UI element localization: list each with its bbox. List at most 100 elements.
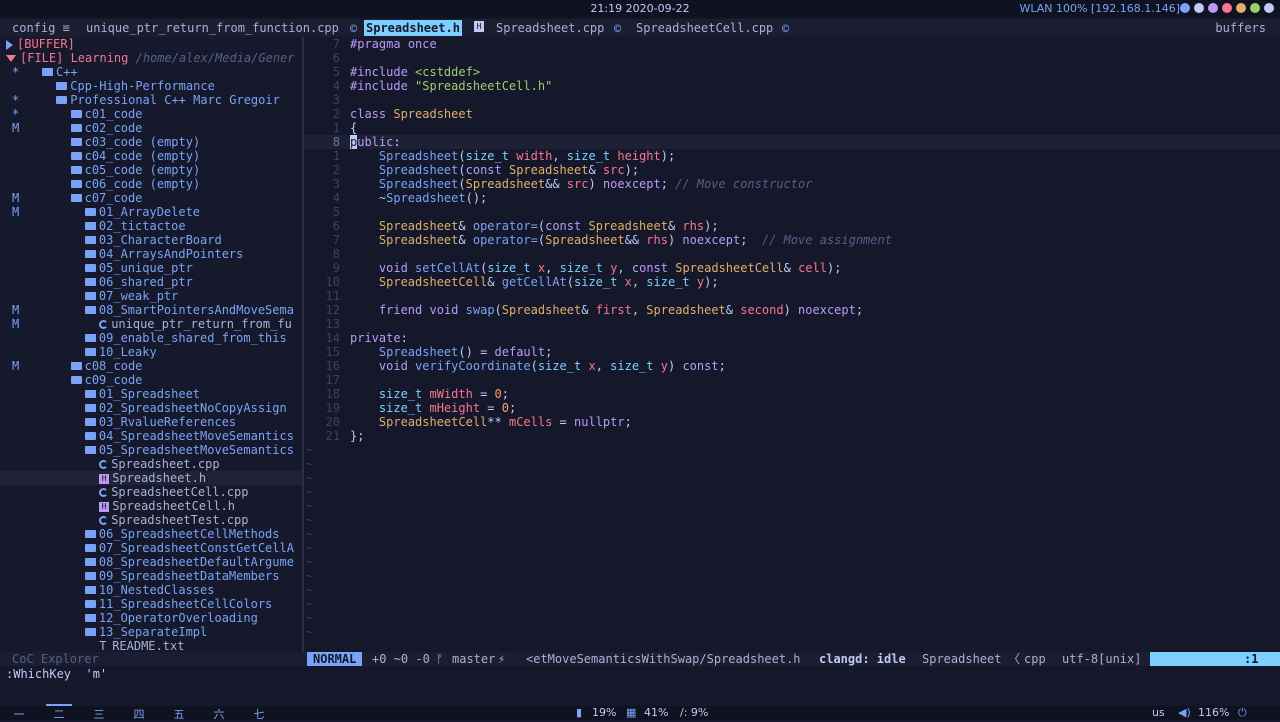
code-line[interactable]: 7 #pragma once <box>304 37 1280 51</box>
tab-spreadsheet-h[interactable]: Spreadsheet.h <box>364 20 462 36</box>
explorer-row[interactable]: * Professional C++ Marc Gregoir <box>0 93 302 107</box>
keyboard-layout[interactable]: us <box>1152 706 1165 719</box>
command-line[interactable]: :WhichKey 'm' <box>6 667 107 681</box>
code-line[interactable]: 15 Spreadsheet() = default; <box>304 345 1280 359</box>
buffers-label[interactable]: buffers <box>1215 21 1266 35</box>
code-line[interactable]: 1 Spreadsheet(size_t width, size_t heigh… <box>304 149 1280 163</box>
explorer-row[interactable]: 11_SpreadsheetCellColors <box>0 597 302 611</box>
explorer-row[interactable]: 13_SeparateImpl <box>0 625 302 639</box>
explorer-row[interactable]: 03_RvalueReferences <box>0 415 302 429</box>
folder-icon <box>84 557 96 566</box>
explorer-row[interactable]: 09_SpreadsheetDataMembers <box>0 569 302 583</box>
explorer-row[interactable]: c04_code (empty) <box>0 149 302 163</box>
code-line[interactable]: 9 void setCellAt(size_t x, size_t y, con… <box>304 261 1280 275</box>
explorer-row[interactable]: 04_ArraysAndPointers <box>0 247 302 261</box>
code-line[interactable]: 14 private: <box>304 331 1280 345</box>
code-text: Spreadsheet(size_t width, size_t height)… <box>378 149 676 163</box>
tab-unique-ptr-cpp[interactable]: unique_ptr_return_from_function.cpp <box>86 21 339 35</box>
code-line[interactable]: 13 <box>304 317 1280 331</box>
code-line[interactable]: 20 SpreadsheetCell** mCells = nullptr; <box>304 415 1280 429</box>
code-line[interactable]: 6 <box>304 51 1280 65</box>
explorer-row[interactable]: c05_code (empty) <box>0 163 302 177</box>
explorer-row[interactable]: c06_code (empty) <box>0 177 302 191</box>
explorer-row[interactable]: 03_CharacterBoard <box>0 233 302 247</box>
tab-config[interactable]: config ≡ <box>12 21 70 35</box>
explorer-row[interactable]: SpreadsheetTest.cpp <box>0 513 302 527</box>
code-line[interactable]: 12 friend void swap(Spreadsheet& first, … <box>304 303 1280 317</box>
explorer-row[interactable]: H Spreadsheet.h <box>0 471 302 485</box>
tab-spreadsheetcell-cpp[interactable]: SpreadsheetCell.cpp <box>636 21 773 35</box>
code-line[interactable]: 5 <box>304 205 1280 219</box>
code-line[interactable]: 8 public: <box>304 135 1280 149</box>
workspace-button[interactable]: 二 <box>46 704 72 722</box>
editor-pane[interactable]: 7 #pragma once 6 5 #include <cstddef> 4 #inclu… <box>304 37 1280 652</box>
explorer-row[interactable]: c09_code <box>0 373 302 387</box>
explorer-row[interactable]: M 08_SmartPointersAndMoveSema <box>0 303 302 317</box>
code-line[interactable]: 7 Spreadsheet& operator=(Spreadsheet&& r… <box>304 233 1280 247</box>
tray-icon[interactable] <box>1250 3 1260 13</box>
power-icon[interactable]: ⏻ <box>1238 706 1247 720</box>
code-line[interactable]: 21}; <box>304 429 1280 443</box>
explorer-row-label: c04_code (empty) <box>84 149 201 163</box>
explorer-row[interactable]: 06_SpreadsheetCellMethods <box>0 527 302 541</box>
tray-icon[interactable] <box>1208 3 1218 13</box>
code-line[interactable]: 2 class Spreadsheet <box>304 107 1280 121</box>
explorer-row[interactable]: 09_enable_shared_from_this <box>0 331 302 345</box>
explorer-row[interactable]: * c01_code <box>0 107 302 121</box>
code-line[interactable]: 16 void verifyCoordinate(size_t x, size_… <box>304 359 1280 373</box>
code-line[interactable]: 3 <box>304 93 1280 107</box>
explorer-row[interactable]: 10_NestedClasses <box>0 583 302 597</box>
explorer-row[interactable]: [BUFFER] <box>0 37 302 51</box>
explorer-row[interactable]: H SpreadsheetCell.h <box>0 499 302 513</box>
code-line[interactable]: 10 SpreadsheetCell& getCellAt(size_t x, … <box>304 275 1280 289</box>
explorer-row[interactable]: T README.txt <box>0 639 302 652</box>
explorer-row[interactable]: 07_SpreadsheetConstGetCellA <box>0 541 302 555</box>
explorer-row[interactable]: 01_Spreadsheet <box>0 387 302 401</box>
code-line[interactable]: 11 <box>304 289 1280 303</box>
explorer-row[interactable]: 05_SpreadsheetMoveSemantics <box>0 443 302 457</box>
tray-icon[interactable] <box>1264 3 1274 13</box>
code-line[interactable]: 17 <box>304 373 1280 387</box>
explorer-row[interactable]: 10_Leaky <box>0 345 302 359</box>
line-number: 5 <box>332 205 340 219</box>
git-status-mark: M <box>12 191 20 205</box>
explorer-row[interactable]: 07_weak_ptr <box>0 289 302 303</box>
code-line[interactable]: 4 #include "SpreadsheetCell.h" <box>304 79 1280 93</box>
explorer-row[interactable]: SpreadsheetCell.cpp <box>0 485 302 499</box>
code-line[interactable]: 4 ~Spreadsheet(); <box>304 191 1280 205</box>
code-line[interactable]: 3 Spreadsheet(Spreadsheet&& src) noexcep… <box>304 177 1280 191</box>
explorer-row[interactable]: Mc02_code <box>0 121 302 135</box>
explorer-row[interactable]: Munique_ptr_return_from_fu <box>0 317 302 331</box>
explorer-row[interactable]: 06_shared_ptr <box>0 275 302 289</box>
code-line[interactable]: 5 #include <cstddef> <box>304 65 1280 79</box>
tray-icon[interactable] <box>1194 3 1204 13</box>
explorer-row[interactable]: [FILE] Learning /home/alex/Media/Gener <box>0 51 302 65</box>
code-line[interactable]: 2 Spreadsheet(const Spreadsheet& src); <box>304 163 1280 177</box>
tray-icon[interactable] <box>1222 3 1232 13</box>
code-line[interactable]: 18 size_t mWidth = 0; <box>304 387 1280 401</box>
folder-icon <box>56 81 68 90</box>
explorer-row[interactable]: * C++ <box>0 65 302 79</box>
explorer-row[interactable]: 12_OperatorOverloading <box>0 611 302 625</box>
volume-level[interactable]: 116% <box>1198 706 1229 719</box>
tab-spreadsheet-cpp[interactable]: Spreadsheet.cpp <box>496 21 604 35</box>
git-status-mark: M <box>12 121 20 135</box>
explorer-row[interactable]: 02_SpreadsheetNoCopyAssign <box>0 401 302 415</box>
code-line[interactable]: 8 <box>304 247 1280 261</box>
code-line[interactable]: 6 Spreadsheet& operator=(const Spreadshe… <box>304 219 1280 233</box>
code-line[interactable]: 19 size_t mHeight = 0; <box>304 401 1280 415</box>
tray-icon[interactable] <box>1236 3 1246 13</box>
explorer-row[interactable]: M 01_ArrayDelete <box>0 205 302 219</box>
explorer-row[interactable]: 05_unique_ptr <box>0 261 302 275</box>
explorer-row[interactable]: Mc08_code <box>0 359 302 373</box>
code-text: friend void swap(Spreadsheet& first, Spr… <box>378 303 864 317</box>
explorer-row[interactable]: 04_SpreadsheetMoveSemantics <box>0 429 302 443</box>
explorer-row[interactable]: c03_code (empty) <box>0 135 302 149</box>
explorer-row[interactable]: Mc07_code <box>0 191 302 205</box>
explorer-row[interactable]: 08_SpreadsheetDefaultArgume <box>0 555 302 569</box>
explorer-row[interactable]: Spreadsheet.cpp <box>0 457 302 471</box>
tray-icon[interactable] <box>1180 3 1190 13</box>
code-line[interactable]: 1{ <box>304 121 1280 135</box>
explorer-row[interactable]: 02_tictactoe <box>0 219 302 233</box>
explorer-row[interactable]: Cpp-High-Performance <box>0 79 302 93</box>
